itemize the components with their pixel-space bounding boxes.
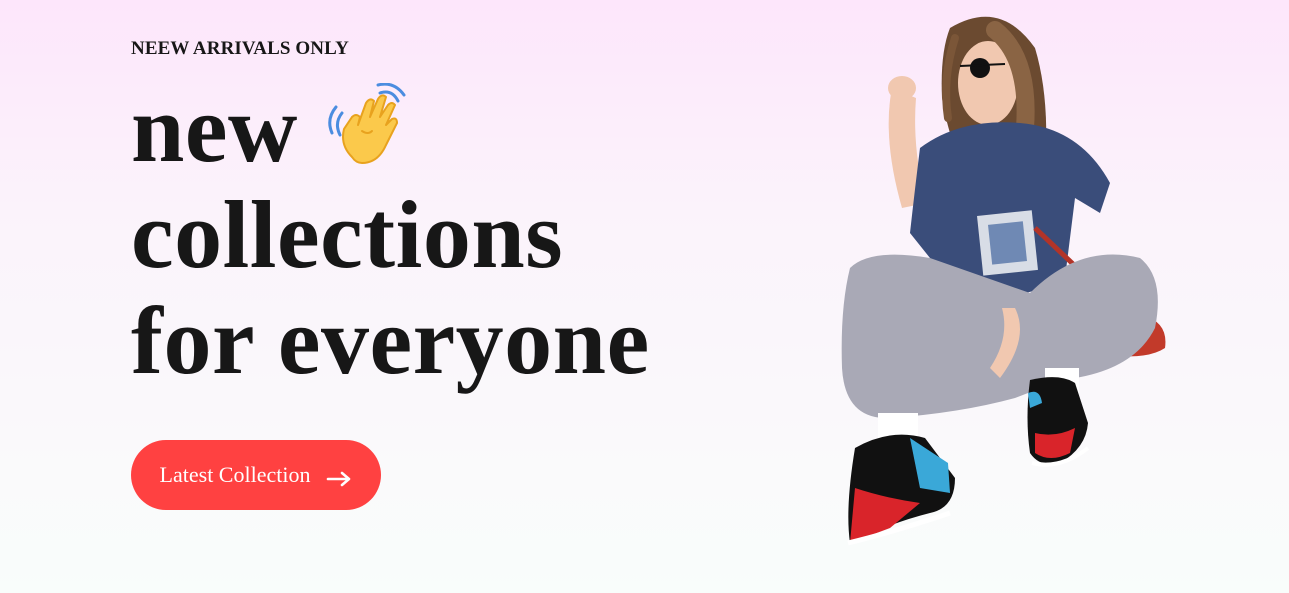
headline-line-3: for everyone <box>131 287 650 394</box>
headline-line-1-text: new <box>131 75 298 182</box>
hero-section: NEEW ARRIVALS ONLY new collections for e… <box>0 0 1289 593</box>
headline-line-1: new <box>131 76 751 182</box>
latest-collection-button[interactable]: Latest Collection <box>131 440 381 510</box>
arrow-right-icon <box>326 467 352 487</box>
hero-model-image <box>830 8 1180 553</box>
hero-text-block: NEEW ARRIVALS ONLY new collections for e… <box>131 34 751 394</box>
hero-headline: new collections for everyone <box>131 76 751 394</box>
headline-line-2: collections <box>131 181 564 288</box>
waving-hand-icon <box>322 82 406 166</box>
cta-label: Latest Collection <box>159 462 311 487</box>
hero-eyebrow: NEEW ARRIVALS ONLY <box>131 38 349 59</box>
